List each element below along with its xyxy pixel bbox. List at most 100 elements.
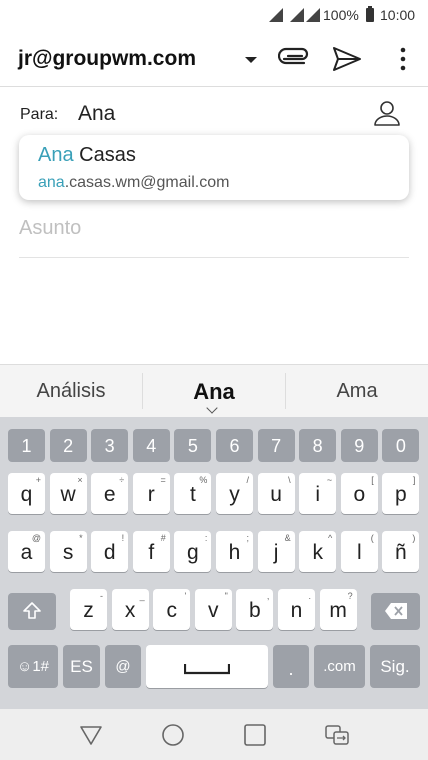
space-icon	[183, 664, 231, 675]
number-key[interactable]: 4	[132, 429, 170, 462]
dropdown-icon[interactable]	[245, 57, 257, 63]
next-key[interactable]: Sig.	[370, 645, 420, 688]
prediction-left[interactable]: Análisis	[0, 365, 142, 418]
letter-key[interactable]: u \	[257, 473, 295, 514]
letter-key-label: b	[249, 599, 261, 622]
period-key[interactable]: .	[273, 645, 309, 688]
backspace-key[interactable]	[371, 593, 420, 630]
letter-key[interactable]: j &	[257, 531, 295, 572]
letter-key-label: x	[124, 599, 136, 622]
subject-input[interactable]	[19, 217, 399, 240]
letter-key[interactable]: i ~	[299, 473, 337, 514]
letter-key-alt-label: &	[284, 533, 291, 543]
letter-key-label: m	[329, 599, 347, 622]
number-key[interactable]: 7	[257, 429, 295, 462]
shift-icon	[23, 602, 41, 619]
letter-key-alt-label: !	[121, 533, 125, 543]
letter-key[interactable]: y /	[216, 473, 253, 514]
letter-key-label: f	[148, 541, 155, 564]
number-key-label: 4	[146, 436, 157, 456]
letter-key-label: n	[290, 599, 303, 622]
letter-key-label: p	[395, 483, 407, 506]
number-key-label: 5	[187, 436, 198, 456]
letter-key-label: ñ	[395, 541, 407, 564]
letter-key-label: a	[20, 541, 33, 564]
letter-key[interactable]: x _	[111, 589, 149, 630]
letter-key[interactable]: f #	[132, 531, 170, 572]
letter-key[interactable]: m?	[319, 589, 357, 630]
number-key[interactable]: 2	[49, 429, 87, 462]
from-account[interactable]: jr@groupwm.com	[18, 47, 196, 71]
prediction-right[interactable]: Ama	[286, 365, 428, 418]
letter-key[interactable]: o[	[340, 473, 378, 514]
letter-key[interactable]: a @	[8, 531, 45, 572]
letter-key-alt-label: -	[100, 591, 103, 601]
number-key[interactable]: 9	[340, 429, 378, 462]
letter-key-alt-label: ?	[347, 591, 353, 601]
status-bar: 100% 10:00	[0, 0, 428, 30]
battery-icon	[366, 6, 374, 22]
letter-key-label: t	[189, 483, 196, 506]
to-row: Para:	[0, 88, 428, 134]
letter-key-alt-label: #	[160, 533, 166, 543]
letter-key[interactable]: k ^	[299, 531, 337, 572]
language-key[interactable]: ES	[63, 645, 100, 688]
letter-key-label: j	[273, 541, 279, 564]
back-icon[interactable]	[78, 722, 104, 748]
number-key[interactable]: 3	[91, 429, 129, 462]
letter-key-alt-label: +	[35, 475, 41, 485]
letter-key[interactable]: s *	[49, 531, 87, 572]
letter-key[interactable]: w ×	[49, 473, 87, 514]
letter-key-alt-label: (	[370, 533, 374, 543]
number-key[interactable]: 5	[174, 429, 212, 462]
number-key[interactable]: 6	[216, 429, 253, 462]
letter-key[interactable]: c '	[153, 589, 191, 630]
shift-key[interactable]	[8, 593, 56, 630]
number-key[interactable]: 1	[8, 429, 45, 462]
more-icon[interactable]	[386, 42, 420, 76]
letter-key[interactable]: r =	[132, 473, 170, 514]
suggestion-name: Ana Casas	[38, 144, 136, 166]
number-key[interactable]: 8	[299, 429, 337, 462]
letter-key-alt-label: ^	[327, 533, 333, 543]
letter-key-label: s	[62, 541, 74, 564]
letter-key[interactable]: z-	[70, 589, 107, 630]
home-icon[interactable]	[160, 722, 186, 748]
switch-app-icon[interactable]	[324, 722, 350, 748]
number-key-label: 9	[354, 436, 365, 456]
letter-key-label: i	[315, 483, 321, 506]
number-key-label: 2	[63, 436, 74, 456]
letter-key-alt-label: ~	[326, 475, 333, 485]
contact-suggestion[interactable]: Ana Casas ana.casas.wm@gmail.com	[19, 135, 409, 200]
dotcom-key[interactable]: .com	[314, 645, 365, 688]
signal-icon	[269, 8, 283, 22]
letter-key-alt-label: ;	[246, 533, 249, 543]
letter-key[interactable]: b,	[236, 589, 274, 630]
space-key[interactable]	[146, 645, 268, 688]
contact-icon[interactable]	[372, 98, 402, 128]
signal-icon-3	[306, 8, 320, 22]
number-key[interactable]: 0	[382, 429, 420, 462]
letter-key[interactable]: h;	[216, 531, 253, 572]
letter-key[interactable]: ñ)	[382, 531, 420, 572]
letter-key-label: r	[147, 483, 155, 506]
letter-key[interactable]: t%	[174, 473, 212, 514]
letter-key[interactable]: n.	[278, 589, 315, 630]
navigation-bar	[0, 709, 428, 760]
number-key-label: 6	[229, 436, 240, 456]
at-key[interactable]: @	[105, 645, 141, 688]
letter-key[interactable]: p]	[382, 473, 420, 514]
letter-key[interactable]: l(	[340, 531, 378, 572]
letter-key[interactable]: e ÷	[91, 473, 129, 514]
letter-key[interactable]: v "	[194, 589, 232, 630]
letter-key[interactable]: g:	[174, 531, 212, 572]
battery-percent: 100%	[323, 7, 359, 23]
recents-icon[interactable]	[242, 722, 268, 748]
suggestion-email: ana.casas.wm@gmail.com	[38, 174, 230, 191]
attach-icon[interactable]	[278, 42, 312, 76]
symbols-key[interactable]: ☺1#	[8, 645, 58, 688]
letter-key[interactable]: d!	[91, 531, 129, 572]
to-input[interactable]	[78, 102, 338, 126]
send-icon[interactable]	[330, 42, 364, 76]
letter-key[interactable]: q +	[8, 473, 45, 514]
